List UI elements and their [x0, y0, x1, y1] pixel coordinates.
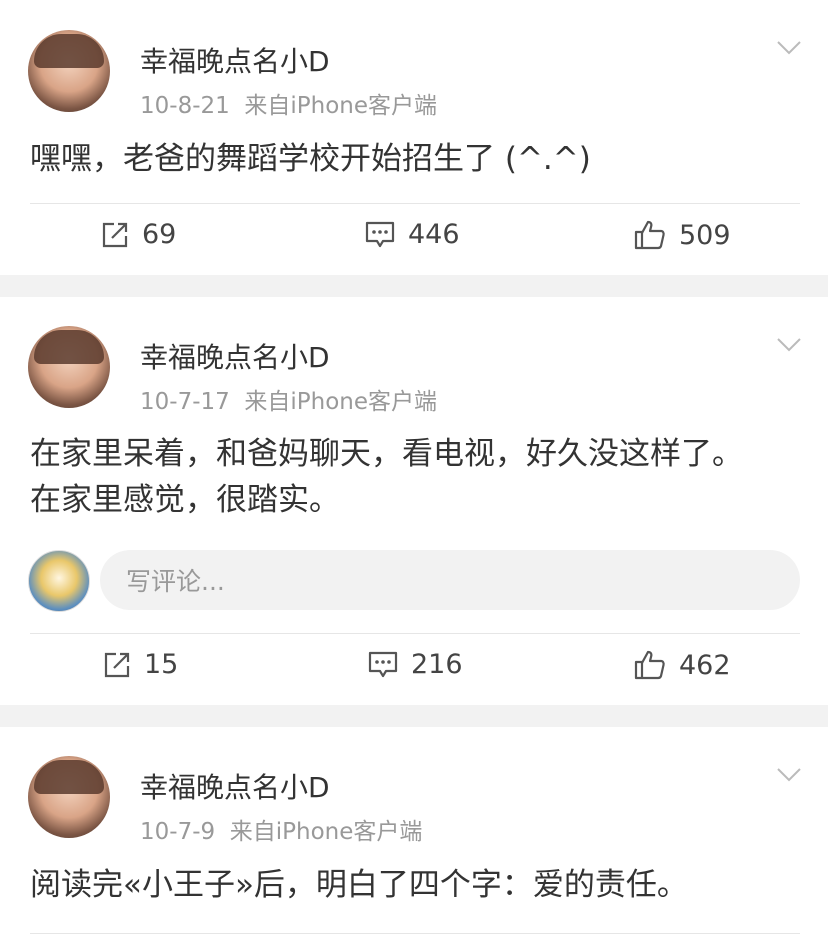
post-meta: 10-7-9 来自iPhone客户端	[140, 812, 422, 846]
comment-button[interactable]: 446	[364, 219, 460, 250]
thumbs-up-icon	[634, 650, 665, 680]
chevron-down-icon[interactable]	[776, 337, 802, 353]
post-text: 嘿嘿，老爸的舞蹈学校开始招生了 (^.^)	[30, 136, 798, 182]
repost-icon	[102, 222, 128, 247]
my-avatar[interactable]	[28, 550, 90, 612]
post-source: 来自iPhone客户端	[244, 93, 438, 119]
comment-count: 446	[408, 219, 460, 250]
divider	[30, 633, 800, 634]
like-count: 509	[679, 219, 731, 251]
author-name[interactable]: 幸福晚点名小D	[140, 766, 330, 806]
post-text: 阅读完«小王子»后，明白了四个字：爱的责任。	[30, 862, 798, 908]
post-source: 来自iPhone客户端	[244, 389, 438, 415]
post-date: 10-8-21	[140, 93, 230, 119]
repost-button[interactable]: 69	[100, 219, 176, 250]
comment-count: 216	[411, 649, 463, 680]
like-button[interactable]: 509	[633, 219, 731, 251]
comment-input[interactable]: 写评论...	[100, 550, 800, 610]
thumbs-up-icon	[634, 220, 665, 250]
comment-icon	[365, 221, 395, 247]
repost-count: 69	[142, 219, 177, 250]
post-date: 10-7-17	[140, 389, 230, 415]
author-avatar[interactable]	[28, 756, 110, 838]
like-button[interactable]: 462	[633, 649, 731, 681]
post-text: 在家里呆着，和爸妈聊天，看电视，好久没这样了。 在家里感觉，很踏实。	[30, 431, 798, 523]
post-card: 幸福晚点名小D 10-7-17 来自iPhone客户端 在家里呆着，和爸妈聊天，…	[0, 297, 828, 705]
post-text-line: 在家里感觉，很踏实。	[30, 482, 340, 518]
post-meta: 10-7-17 来自iPhone客户端	[140, 382, 437, 416]
post-card: 幸福晚点名小D 10-8-21 来自iPhone客户端 嘿嘿，老爸的舞蹈学校开始…	[0, 0, 828, 275]
repost-count: 15	[144, 649, 179, 680]
post-date: 10-7-9	[140, 819, 216, 845]
post-text-line: 嘿嘿，老爸的舞蹈学校开始招生了 (^.^)	[30, 141, 591, 177]
chevron-down-icon[interactable]	[776, 40, 802, 56]
post-card: 幸福晚点名小D 10-7-9 来自iPhone客户端 阅读完«小王子»后，明白了…	[0, 727, 828, 948]
repost-button[interactable]: 15	[102, 649, 178, 680]
divider	[30, 933, 800, 934]
post-meta: 10-8-21 来自iPhone客户端	[140, 86, 437, 120]
repost-icon	[104, 652, 130, 677]
post-text-line: 在家里呆着，和爸妈聊天，看电视，好久没这样了。	[30, 436, 743, 472]
comment-placeholder: 写评论...	[126, 567, 225, 596]
like-count: 462	[679, 649, 731, 681]
author-avatar[interactable]	[28, 326, 110, 408]
post-source: 来自iPhone客户端	[229, 819, 423, 845]
author-name[interactable]: 幸福晚点名小D	[140, 336, 330, 376]
comment-button[interactable]: 216	[367, 649, 463, 680]
divider	[30, 203, 800, 204]
comment-icon	[368, 651, 398, 677]
author-avatar[interactable]	[28, 30, 110, 112]
chevron-down-icon[interactable]	[776, 767, 802, 783]
post-text-line: 阅读完«小王子»后，明白了四个字：爱的责任。	[30, 867, 688, 903]
author-name[interactable]: 幸福晚点名小D	[140, 40, 330, 80]
